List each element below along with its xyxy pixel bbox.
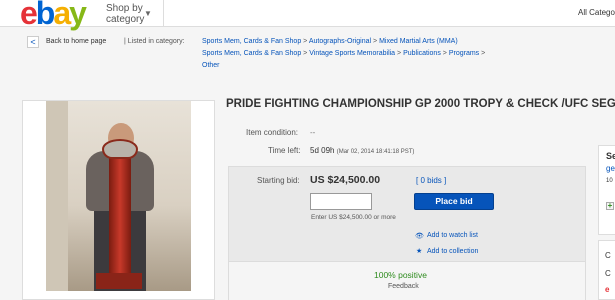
seller-card-heading: Se <box>606 151 615 161</box>
starting-bid-price: US $24,500.00 <box>310 174 381 186</box>
shop-by-line1: Shop by <box>106 3 143 14</box>
shop-by-line2: category <box>106 14 145 25</box>
feedback-label: Feedback <box>388 283 419 290</box>
starting-bid-label: Starting bid: <box>257 176 300 185</box>
breadcrumb-separator: > <box>397 50 402 57</box>
item-title: PRIDE FIGHTING CHAMPIONSHIP GP 2000 TROP… <box>226 98 615 110</box>
time-left-value: 5d 09h (Mar 02, 2014 18:41:18 PST) <box>310 146 414 155</box>
condition-label: Item condition: <box>246 128 299 137</box>
time-left-label: Time left: <box>268 146 301 155</box>
bid-hint: Enter US $24,500.00 or more <box>311 214 396 221</box>
ebay-logo[interactable]: ebay <box>20 0 87 32</box>
item-photo[interactable] <box>46 101 191 291</box>
time-left-end-date: (Mar 02, 2014 18:41:18 PST) <box>336 149 415 155</box>
positive-feedback-percent: 100% positive <box>374 270 427 280</box>
logo-letter-y: y <box>69 0 87 31</box>
breadcrumb-link[interactable]: Sports Mem, Cards & Fan Shop <box>202 50 301 57</box>
photo-trophy-base <box>96 273 142 289</box>
bid-count-link[interactable]: [ 0 bids ] <box>416 176 446 185</box>
breadcrumb-row-3: Other <box>202 62 220 69</box>
seller-feedback-panel <box>228 262 586 300</box>
breadcrumb-link[interactable]: Other <box>202 62 220 69</box>
header-divider <box>163 0 164 27</box>
breadcrumb-link[interactable]: Sports Mem, Cards & Fan Shop <box>202 38 301 45</box>
condition-value: -- <box>310 128 316 137</box>
breadcrumb-row-1: Sports Mem, Cards & Fan Shop > Autograph… <box>202 38 458 45</box>
breadcrumb-separator: > <box>373 38 378 45</box>
place-bid-button[interactable]: Place bid <box>414 193 494 210</box>
breadcrumb-row-2: Sports Mem, Cards & Fan Shop > Vintage S… <box>202 50 485 57</box>
logo-letter-a: a <box>53 0 71 31</box>
all-categories-select[interactable]: All Catego <box>578 8 615 17</box>
back-arrow-icon[interactable]: < <box>27 36 39 48</box>
logo-letter-e: e <box>20 0 38 31</box>
side-card-line2: C <box>605 269 611 278</box>
breadcrumb-separator: > <box>303 50 308 57</box>
add-to-collection-link[interactable]: Add to collection <box>427 248 478 255</box>
eye-icon: 👁 <box>415 233 424 240</box>
bid-amount-input[interactable] <box>310 193 372 210</box>
seller-info-card: Se ge 10 + <box>598 145 615 235</box>
photo-trophy-cup <box>102 139 138 159</box>
breadcrumb-link[interactable]: Publications <box>403 50 441 57</box>
side-card-line1: C <box>605 251 611 260</box>
chevron-down-icon: ▼ <box>144 9 152 18</box>
plus-icon[interactable]: + <box>606 202 614 210</box>
breadcrumb-link[interactable]: Autographs-Original <box>309 38 371 45</box>
logo-letter-b: b <box>35 0 55 31</box>
star-icon: ★ <box>416 248 423 255</box>
breadcrumb-link[interactable]: Programs <box>449 50 479 57</box>
shop-by-category-button[interactable]: Shop by category ▼ <box>106 3 152 25</box>
breadcrumb-separator: > <box>481 50 486 57</box>
side-promo-card: C C e <box>598 240 615 300</box>
seller-score: 10 <box>606 178 613 184</box>
side-card-line3: e <box>605 285 610 294</box>
back-to-home-link[interactable]: Back to home page <box>46 38 106 45</box>
add-to-watch-list-link[interactable]: Add to watch list <box>427 232 478 239</box>
seller-name-link[interactable]: ge <box>606 164 615 173</box>
photo-doorframe <box>46 101 68 291</box>
time-left-duration: 5d 09h <box>310 146 335 155</box>
breadcrumb-separator: > <box>442 50 447 57</box>
global-header: ebay Shop by category ▼ All Catego <box>0 0 615 31</box>
listed-in-label: | Listed in category: <box>124 38 185 45</box>
breadcrumb-separator: > <box>303 38 308 45</box>
photo-trophy-column <box>109 156 131 281</box>
breadcrumb-link[interactable]: Vintage Sports Memorabilia <box>309 50 395 57</box>
breadcrumb-link[interactable]: Mixed Martial Arts (MMA) <box>379 38 458 45</box>
